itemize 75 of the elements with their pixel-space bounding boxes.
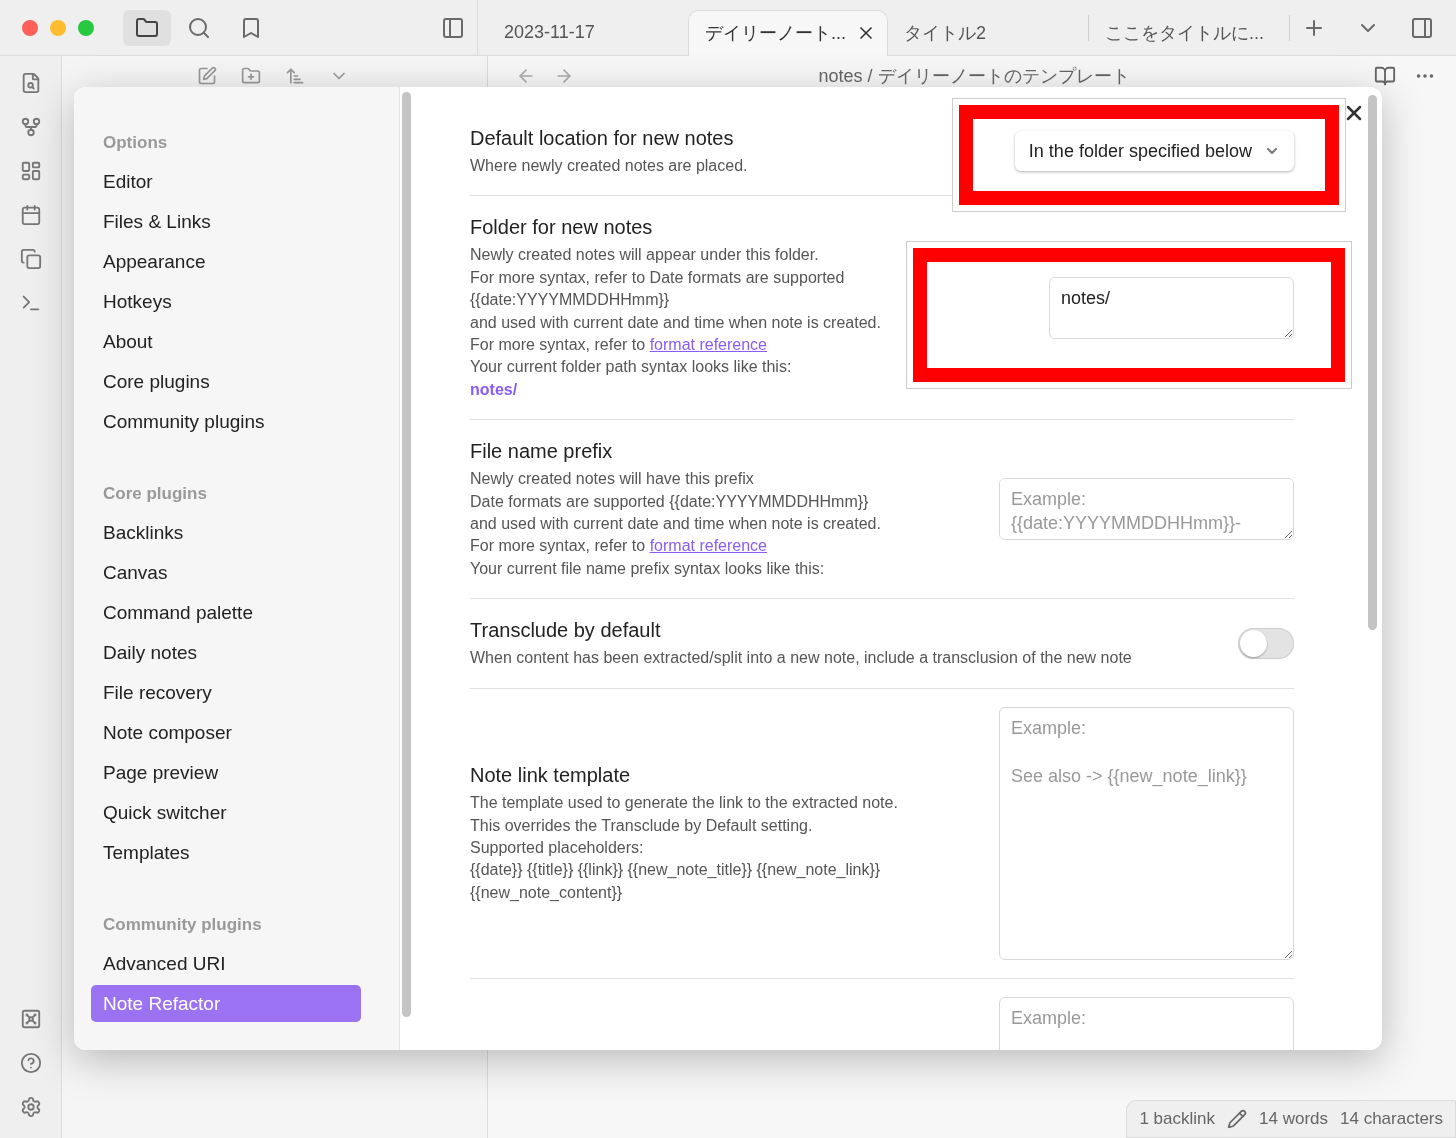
sidebar-item[interactable]: Appearance xyxy=(91,243,361,280)
description-line: For more syntax, refer to Date formats are supported xyxy=(470,267,846,288)
sidebar-item[interactable]: Note composer xyxy=(91,714,361,751)
description-line: Your current folder path syntax looks like this: xyxy=(470,357,793,378)
setting-name: File name prefix xyxy=(470,439,614,465)
description-line: Newly created notes will appear under this folder. xyxy=(470,245,820,266)
text-field[interactable]: notes/ xyxy=(1049,276,1294,339)
status-text: 1 backlink xyxy=(1139,1109,1215,1129)
description-line: This overrides the Transclude by Default setting. xyxy=(470,815,814,836)
text-field[interactable]: Example: {{date:YYYYMMDDHHmm}}- xyxy=(999,478,1294,541)
setting-name: Note link template xyxy=(470,763,632,789)
folder-icon[interactable] xyxy=(122,9,171,46)
scrollbar[interactable] xyxy=(402,92,411,1017)
status-text: 14 words xyxy=(1259,1109,1328,1129)
sidebar-item[interactable]: About xyxy=(91,323,361,360)
tab[interactable]: 2023-11-17 xyxy=(488,9,688,56)
sidebar-item[interactable]: Community plugins xyxy=(91,403,361,440)
tab[interactable]: タイトル2 xyxy=(888,9,1088,56)
setting-name: Transclude by default xyxy=(470,618,662,644)
sort-icon[interactable] xyxy=(285,66,305,86)
graph-icon[interactable] xyxy=(19,116,42,138)
copy-icon[interactable] xyxy=(19,248,42,270)
description-line: Supported placeholders: xyxy=(470,838,645,858)
description-line: Date formats are supported {{date:YYYYMMDDHHmm}} xyxy=(470,491,870,512)
new-note-icon[interactable] xyxy=(197,66,217,86)
setting-name: Folder for new notes xyxy=(470,215,654,241)
sidebar-item[interactable]: Quick switcher xyxy=(91,794,361,831)
dashboard-icon[interactable] xyxy=(19,160,42,182)
pencil-icon[interactable] xyxy=(1227,1109,1247,1129)
help-icon[interactable] xyxy=(19,1052,42,1074)
tab[interactable]: デイリーノート... xyxy=(688,9,888,56)
tab[interactable]: ここをタイトルに... xyxy=(1089,9,1289,56)
close-window-button[interactable] xyxy=(22,19,38,36)
description-line: Your current file name prefix syntax looks like this: xyxy=(470,558,826,579)
description-line: When content has been extracted/split into a new note, include a transclusion of the new note xyxy=(470,648,1133,669)
description-line: {{date}} {{title}} {{link}} {{new_note_title}} {{new_note_link}} {{new_note_content}} xyxy=(470,860,882,903)
folder-dropdown[interactable]: In the folder specified below xyxy=(1014,131,1294,172)
sidebar-item[interactable]: Core plugins xyxy=(91,363,361,400)
toggle-switch[interactable] xyxy=(1238,628,1294,659)
description-line: {{date:YYYYMMDDHHmm}} xyxy=(470,290,671,311)
sidebar-item[interactable]: Backlinks xyxy=(91,514,361,551)
new-folder-icon[interactable] xyxy=(241,66,261,86)
description-line: The template used to generate the link to the extracted note. xyxy=(470,793,899,814)
sidebar-item[interactable]: File recovery xyxy=(91,674,361,711)
text-field[interactable]: Example: xyxy=(999,996,1294,1050)
calendar-icon[interactable] xyxy=(19,204,42,226)
scrollbar[interactable] xyxy=(1368,95,1377,630)
sidebar-item[interactable]: Page preview xyxy=(91,754,361,791)
sidebar-item[interactable]: Templates xyxy=(91,834,361,871)
breadcrumb: notes / デイリーノートのテンプレート xyxy=(817,65,1131,88)
description-line: Where newly created notes are placed. xyxy=(470,156,749,176)
description-line: and used with current date and time when note is created. xyxy=(470,312,882,333)
section-heading: Community plugins xyxy=(102,914,263,936)
sidebar-item[interactable]: Advanced URI xyxy=(91,945,361,982)
settings-icon[interactable] xyxy=(19,1096,42,1118)
sidebar-item[interactable]: Command palette xyxy=(91,594,361,631)
book-icon[interactable] xyxy=(1374,65,1396,87)
setting-name: Default location for new notes xyxy=(470,126,735,151)
description-line: Newly created notes will have this prefix xyxy=(470,469,755,490)
sidebar-item[interactable]: Editor xyxy=(91,163,361,200)
section-heading: Options xyxy=(102,132,169,154)
description-line: For more syntax, refer to format reference xyxy=(470,536,768,557)
sidebar-item[interactable]: Canvas xyxy=(91,554,361,591)
text-field[interactable]: Example: See also -> {{new_note_link}} xyxy=(999,706,1294,960)
description-line: and used with current date and time when note is created. xyxy=(470,514,882,535)
vault-icon[interactable] xyxy=(19,1008,42,1030)
format-reference-link[interactable]: format reference xyxy=(649,537,767,555)
sidebar-item[interactable]: Daily notes xyxy=(91,634,361,671)
status-text: 14 characters xyxy=(1340,1109,1443,1129)
description-line: For more syntax, refer to format reference xyxy=(470,335,768,356)
sidebar-item[interactable]: Hotkeys xyxy=(91,283,361,320)
format-reference-link[interactable]: format reference xyxy=(649,336,767,354)
section-heading: Core plugins xyxy=(102,483,208,505)
sidebar-item[interactable]: Files & Links xyxy=(91,203,361,240)
path-preview: notes/ xyxy=(470,379,519,400)
